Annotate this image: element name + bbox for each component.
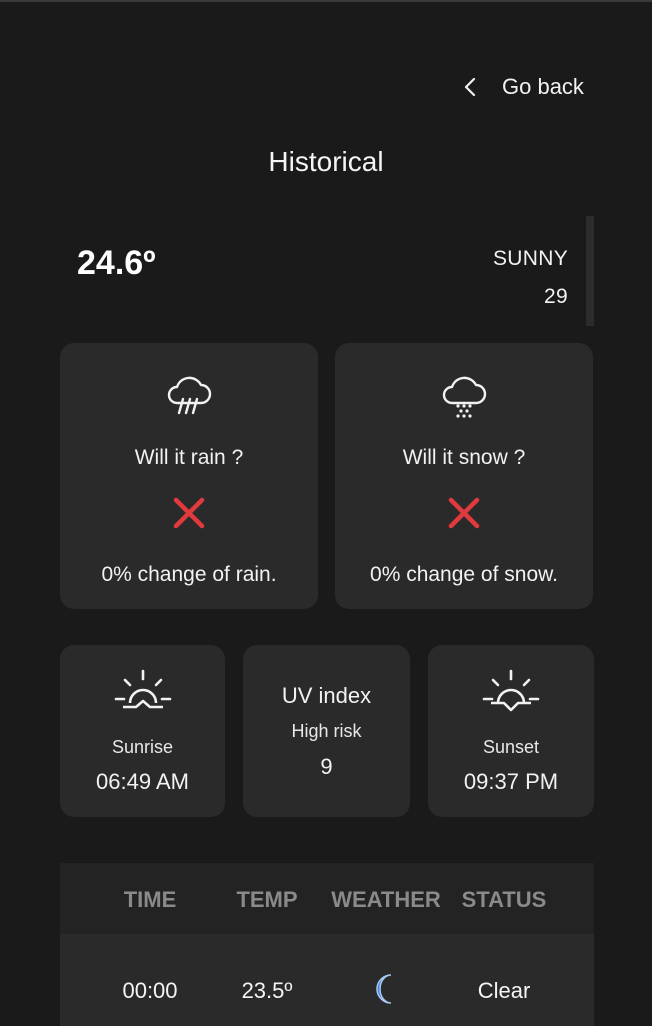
sunset-label: Sunset	[482, 737, 540, 757]
snow-chance: 0% change of snow.	[370, 563, 558, 586]
rain-card: Will it rain ? 0% change of rain.	[60, 343, 318, 609]
chevron-left-icon	[462, 76, 478, 98]
uv-index-title: UV index	[281, 683, 372, 708]
header-status: STATUS	[461, 887, 547, 912]
header-temp: TEMP	[236, 887, 298, 912]
rain-question: Will it rain ?	[134, 446, 244, 469]
snow-cloud-icon	[438, 373, 490, 426]
top-border	[0, 0, 652, 2]
snow-card: Will it snow ? 0% change of snow.	[335, 343, 593, 609]
page-title: Historical	[268, 146, 384, 177]
sunrise-card: Sunrise 06:49 AM	[60, 645, 225, 817]
sunrise-icon	[113, 667, 173, 724]
sunrise-time: 06:49 AM	[96, 769, 189, 794]
sunset-card: Sunset 09:37 PM	[428, 645, 594, 817]
uv-risk-label: High risk	[291, 721, 362, 741]
rain-chance: 0% change of rain.	[101, 563, 277, 586]
rain-cloud-icon	[163, 373, 215, 426]
scrollbar[interactable]	[586, 216, 594, 326]
cross-icon	[446, 495, 482, 536]
current-temperature: 24.6º	[77, 244, 156, 282]
moon-icon	[326, 972, 446, 1006]
table-header: TIME TEMP WEATHER STATUS	[60, 863, 594, 934]
sunset-icon	[481, 667, 541, 724]
header-weather: WEATHER	[331, 887, 441, 912]
hourly-table: TIME TEMP WEATHER STATUS 00:00 23.5º Cle…	[60, 863, 594, 1026]
condition-label: SUNNY	[492, 247, 568, 270]
uv-index-value: 9	[320, 754, 333, 779]
header-time: TIME	[123, 887, 177, 912]
table-row[interactable]: 00:00 23.5º Clear	[60, 934, 594, 1026]
go-back-button[interactable]: Go back	[462, 74, 584, 100]
current-condition-block: SUNNY 29	[493, 240, 568, 316]
current-conditions: 24.6º SUNNY 29	[60, 216, 594, 326]
sunset-time: 09:37 PM	[463, 769, 559, 794]
uv-index-card: UV index High risk 9	[243, 645, 410, 817]
row-temp: 23.5º	[241, 978, 293, 1003]
snow-question: Will it snow ?	[402, 446, 526, 469]
condition-value: 29	[544, 285, 568, 308]
cross-icon	[171, 495, 207, 536]
row-time: 00:00	[122, 978, 178, 1003]
go-back-label: Go back	[502, 74, 584, 99]
row-status: Clear	[477, 978, 531, 1003]
sunrise-label: Sunrise	[111, 737, 174, 757]
